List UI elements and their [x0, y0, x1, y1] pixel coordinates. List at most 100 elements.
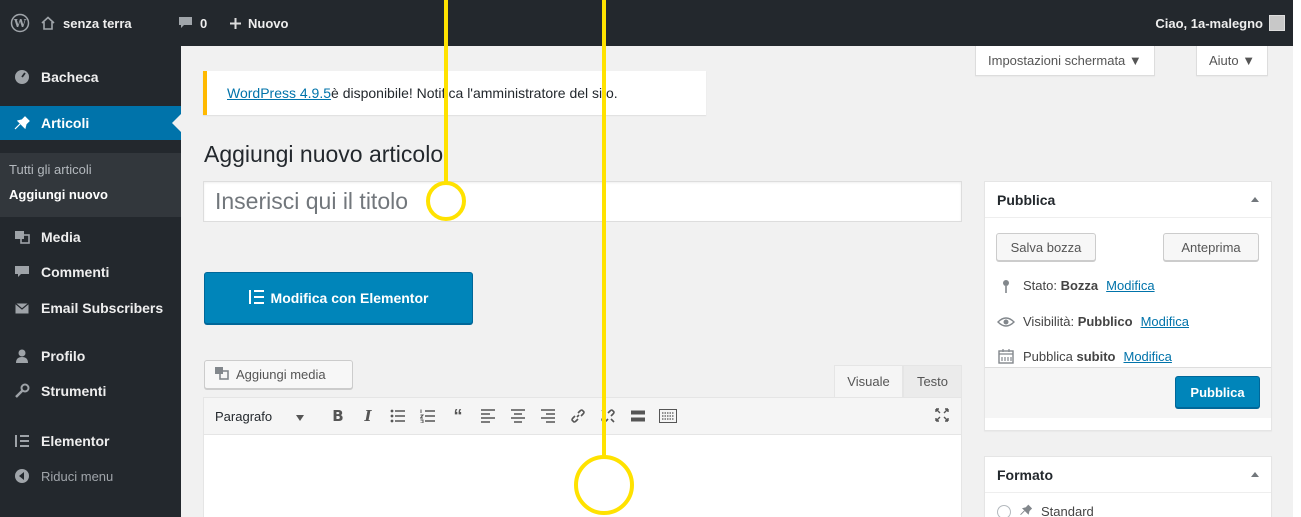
- toolbar-toggle-icon[interactable]: [656, 403, 680, 429]
- admin-sidebar: Bacheca Articoli Tutti gli articoli Aggi…: [0, 46, 181, 517]
- sidebar-item-bacheca[interactable]: Bacheca: [0, 60, 181, 94]
- sidebar-item-label: Elementor: [41, 433, 110, 449]
- wordpress-update-link[interactable]: WordPress 4.9.5: [227, 85, 331, 101]
- format-select[interactable]: Paragrafo: [212, 409, 326, 424]
- sidebar-item-label: Profilo: [41, 348, 86, 364]
- visibility-label: Visibilità: Pubblico: [1023, 314, 1133, 329]
- elementor-icon: [12, 433, 32, 449]
- admin-bar: W senza terra 0 Nuovo Ciao, 1a-malegno: [0, 0, 1293, 46]
- new-label: Nuovo: [248, 15, 289, 31]
- screen-options-button[interactable]: Impostazioni schermata ▼: [975, 46, 1155, 76]
- screenshot-frame: W senza terra 0 Nuovo Ciao, 1a-malegno B…: [0, 0, 1301, 517]
- sidebar-item-articoli[interactable]: Articoli: [0, 106, 181, 140]
- home-icon: [40, 15, 56, 31]
- calendar-icon: [997, 348, 1015, 364]
- annotation-line: [602, 0, 606, 456]
- elementor-icon: [248, 289, 265, 307]
- align-center-icon[interactable]: [506, 403, 530, 429]
- save-draft-button[interactable]: Salva bozza: [996, 233, 1096, 261]
- eye-icon: [997, 316, 1015, 328]
- annotation-circle: [426, 181, 466, 221]
- submenu-item-add-new[interactable]: Aggiungi nuovo: [9, 187, 108, 202]
- comment-icon: [12, 264, 32, 280]
- sidebar-item-label: Strumenti: [41, 383, 107, 399]
- submenu-item-all-posts[interactable]: Tutti gli articoli: [9, 162, 92, 177]
- bullet-list-icon[interactable]: [386, 403, 410, 429]
- sidebar-item-elementor[interactable]: Elementor: [0, 427, 181, 455]
- edit-visibility-link[interactable]: Modifica: [1141, 314, 1189, 329]
- sidebar-item-commenti[interactable]: Commenti: [0, 258, 181, 286]
- media-icon: [12, 229, 32, 245]
- publish-box: Pubblica Salva bozza Anteprima Stato: Bo…: [984, 181, 1272, 431]
- schedule-value: subito: [1076, 348, 1116, 364]
- new-content-link[interactable]: Nuovo: [229, 0, 288, 46]
- link-icon[interactable]: [566, 403, 590, 429]
- preview-button[interactable]: Anteprima: [1163, 233, 1259, 261]
- greeting-text: Ciao, 1a-malegno: [1155, 15, 1263, 31]
- page-border: [1293, 0, 1301, 517]
- format-option-standard[interactable]: Standard: [997, 503, 1094, 517]
- sidebar-item-media[interactable]: Media: [0, 223, 181, 251]
- publish-button[interactable]: Pubblica: [1175, 376, 1260, 408]
- page-title: Aggiungi nuovo articolo: [204, 141, 444, 167]
- comments-count: 0: [200, 15, 208, 31]
- sidebar-item-label: Media: [41, 229, 81, 245]
- tab-visual[interactable]: Visuale: [834, 365, 903, 397]
- edit-with-elementor-button[interactable]: Modifica con Elementor: [204, 272, 473, 324]
- schedule-label: Pubblica subito: [1023, 349, 1116, 364]
- align-left-icon[interactable]: [476, 403, 500, 429]
- status-row: Stato: Bozza Modifica: [997, 278, 1155, 293]
- chevron-down-icon: [296, 409, 305, 424]
- visibility-value: Pubblico: [1077, 314, 1133, 329]
- help-label: Aiuto ▼: [1209, 53, 1256, 68]
- posts-submenu: Tutti gli articoli Aggiungi nuovo: [0, 153, 181, 217]
- read-more-icon[interactable]: [626, 403, 650, 429]
- user-icon: [12, 348, 32, 364]
- fullscreen-icon[interactable]: [935, 408, 949, 425]
- annotation-circle: [574, 455, 634, 515]
- publish-box-header[interactable]: Pubblica: [985, 182, 1271, 218]
- help-button[interactable]: Aiuto ▼: [1196, 46, 1269, 76]
- blockquote-icon[interactable]: “: [446, 403, 470, 429]
- numbered-list-icon[interactable]: [416, 403, 440, 429]
- tab-text[interactable]: Testo: [903, 365, 962, 397]
- sidebar-item-strumenti[interactable]: Strumenti: [0, 377, 181, 405]
- format-box: Formato Standard: [984, 456, 1272, 517]
- bold-icon[interactable]: B: [326, 403, 350, 429]
- format-box-title: Formato: [997, 466, 1053, 483]
- collapse-arrow-icon: [12, 468, 32, 484]
- status-label-text: Stato:: [1023, 278, 1057, 293]
- sidebar-item-label: Bacheca: [41, 69, 99, 85]
- comments-link[interactable]: 0: [178, 0, 207, 46]
- wordpress-logo-icon[interactable]: W: [10, 0, 30, 46]
- comment-bubble-icon: [178, 16, 193, 30]
- edit-schedule-link[interactable]: Modifica: [1124, 349, 1172, 364]
- add-media-label: Aggiungi media: [236, 367, 326, 382]
- sidebar-item-profilo[interactable]: Profilo: [0, 342, 181, 370]
- add-media-button[interactable]: Aggiungi media: [204, 360, 353, 389]
- align-right-icon[interactable]: [536, 403, 560, 429]
- wp-admin-page: W senza terra 0 Nuovo Ciao, 1a-malegno B…: [0, 0, 1293, 517]
- user-account-menu[interactable]: Ciao, 1a-malegno: [1155, 0, 1285, 46]
- media-icon: [214, 366, 230, 383]
- sidebar-item-label: Articoli: [41, 115, 90, 131]
- caret-up-icon: [1251, 472, 1259, 477]
- svg-text:W: W: [13, 17, 27, 30]
- visibility-label-text: Visibilità:: [1023, 314, 1075, 329]
- collapse-menu-button[interactable]: Riduci menu: [0, 462, 181, 490]
- screen-options-label: Impostazioni schermata ▼: [988, 53, 1142, 68]
- status-label: Stato: Bozza: [1023, 278, 1098, 293]
- italic-icon[interactable]: I: [356, 403, 380, 429]
- pin-format-icon: [1019, 503, 1033, 517]
- sidebar-item-email-subscribers[interactable]: Email Subscribers: [0, 294, 181, 322]
- site-name-link[interactable]: senza terra: [40, 0, 132, 46]
- caret-up-icon: [1251, 197, 1259, 202]
- edit-status-link[interactable]: Modifica: [1106, 278, 1154, 293]
- email-icon: [12, 302, 32, 314]
- schedule-row: Pubblica subito Modifica: [997, 348, 1172, 364]
- unlink-icon[interactable]: [596, 403, 620, 429]
- schedule-label-text: Pubblica: [1023, 348, 1073, 364]
- post-title-input[interactable]: [203, 181, 962, 222]
- annotation-line: [444, 0, 448, 182]
- format-box-header[interactable]: Formato: [985, 457, 1271, 493]
